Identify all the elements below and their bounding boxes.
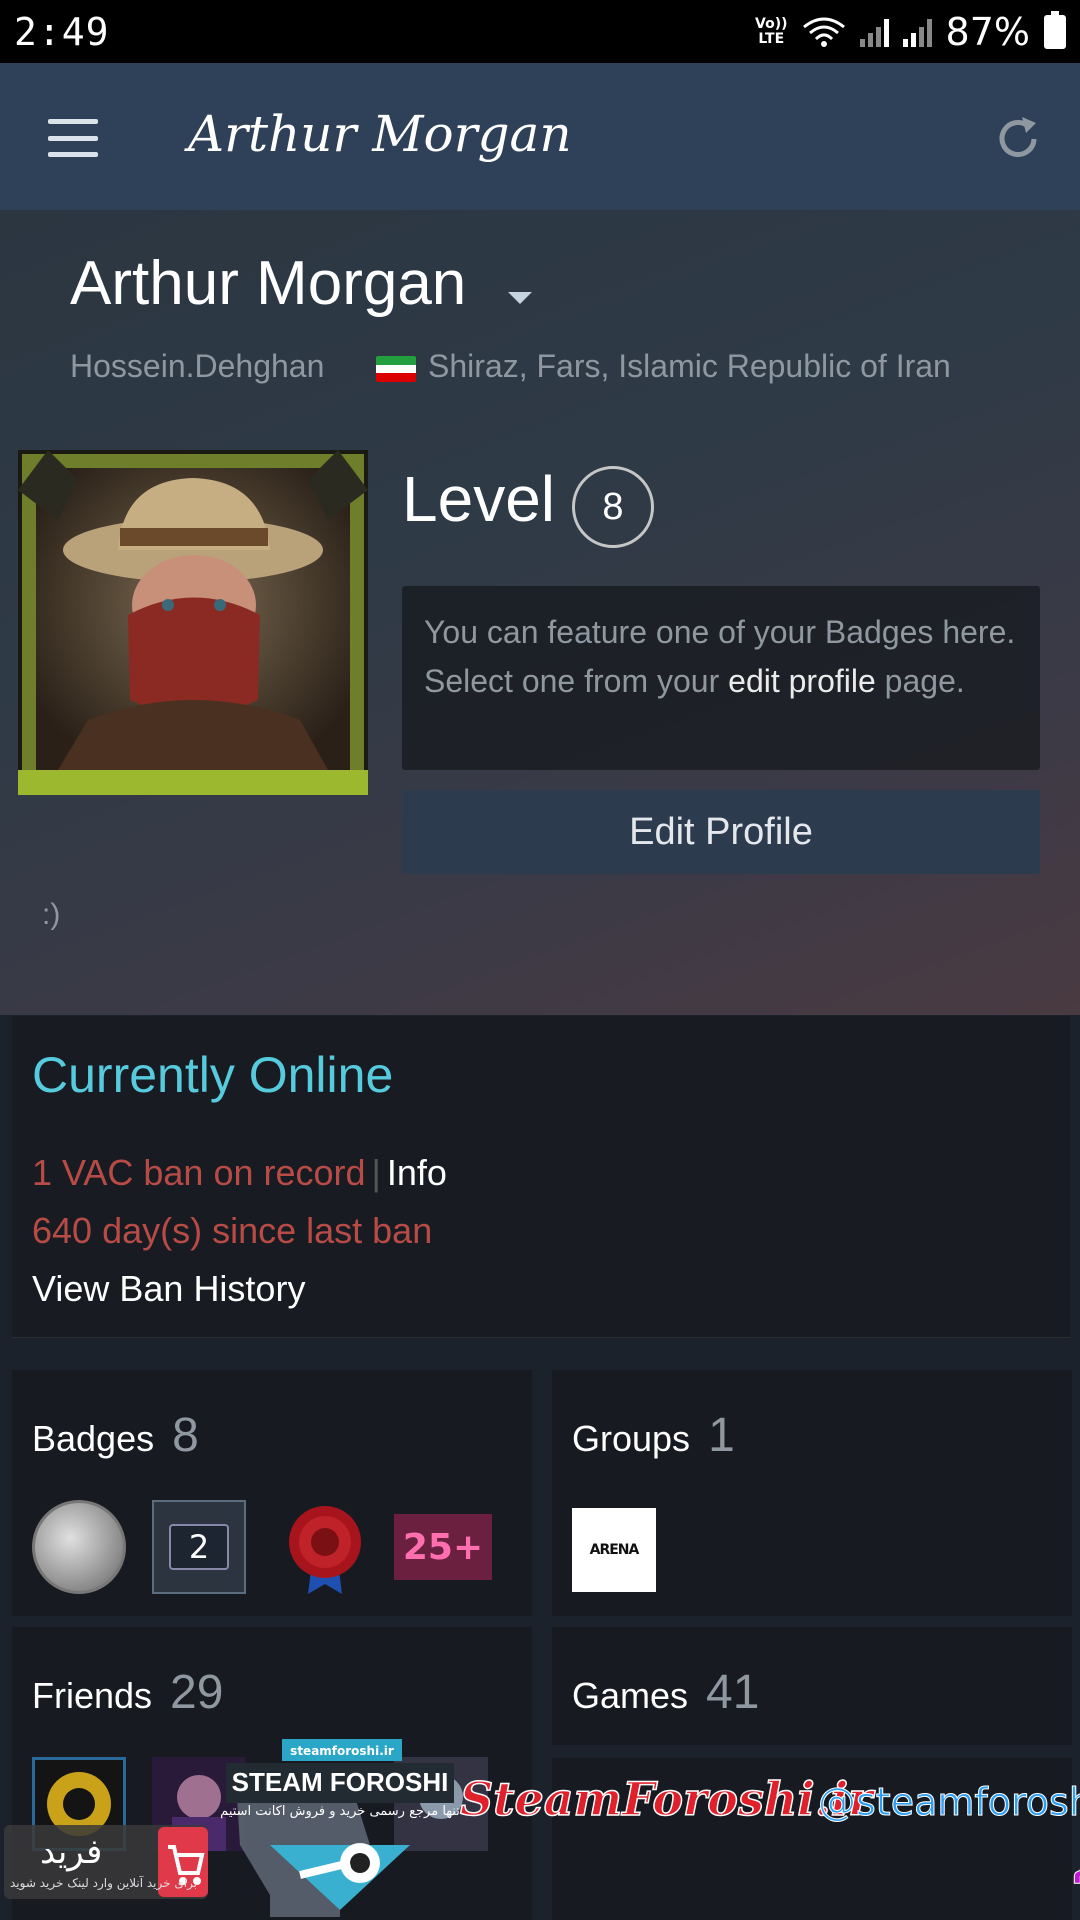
battery-percent: 87%: [945, 9, 1030, 54]
flag-icon: [376, 356, 416, 382]
chevron-down-icon[interactable]: [508, 292, 532, 304]
years-badge-icon[interactable]: 2: [152, 1500, 246, 1594]
online-status: Currently Online: [32, 1047, 394, 1103]
groups-title: Groups 1: [572, 1409, 735, 1462]
app-title: Arthur Morgan: [188, 105, 572, 163]
status-icons: Vo)) LTE 87%: [755, 10, 1066, 54]
refresh-icon[interactable]: [990, 111, 1046, 167]
badges-count: 8: [172, 1409, 199, 1462]
battery-icon: [1044, 10, 1066, 49]
groups-count: 1: [708, 1409, 735, 1462]
groups-tile[interactable]: Groups 1 ARENA: [552, 1370, 1072, 1616]
badges-tile[interactable]: Badges 8 2 25+: [12, 1370, 532, 1616]
logo-sub: تنها مرجع رسمی خرید و فروش اکانت استیم: [220, 1804, 460, 1819]
signal-icon-1: [859, 17, 889, 47]
vac-info-link[interactable]: Info: [387, 1152, 447, 1193]
friends-count: 29: [170, 1666, 224, 1719]
profile-name[interactable]: Arthur Morgan: [70, 248, 466, 319]
separator: |: [371, 1152, 381, 1193]
level-badge: 8: [572, 466, 654, 548]
status-time: 2:49: [14, 9, 110, 54]
games-title: Games 41: [572, 1666, 760, 1719]
volte-bottom: LTE: [758, 30, 785, 47]
buy-label: فرید: [40, 1832, 102, 1872]
wifi-icon: [802, 17, 845, 47]
logo-main: STEAM FOROSHI: [232, 1767, 449, 1797]
status-bar: 2:49 Vo)) LTE 87%: [0, 0, 1080, 63]
avatar[interactable]: [8, 430, 378, 800]
group-avatar[interactable]: ARENA: [572, 1508, 656, 1592]
phone-line: ۰۹۱۲ ۱۳۲۰ ۳۲۷۰ تنها مرجع رسمی خرید و فرو…: [1072, 1844, 1080, 1884]
level-label: Level: [402, 463, 555, 535]
friends-title: Friends 29: [32, 1666, 224, 1719]
badges-title: Badges 8: [32, 1409, 199, 1462]
coin-badge-icon[interactable]: [32, 1500, 126, 1594]
location: Shiraz, Fars, Islamic Republic of Iran: [428, 348, 951, 384]
online-status-panel: Currently Online 1 VAC ban on record | Inf…: [12, 1016, 1070, 1338]
signal-icon-2: [902, 17, 932, 47]
volte-top: Vo)): [755, 15, 788, 32]
vac-ban-text: 1 VAC ban on record: [32, 1152, 366, 1193]
app-bar: Arthur Morgan: [0, 63, 1080, 210]
badge-box-text-end: page.: [875, 663, 965, 699]
site-name: SteamForoshi.ir: [460, 1772, 876, 1826]
featured-badge-placeholder: You can feature one of your Badges here.…: [402, 586, 1040, 770]
vac-ban-line: 1 VAC ban on record | Info: [32, 1152, 447, 1194]
view-ban-history-link[interactable]: View Ban History: [32, 1268, 305, 1310]
profile-summary: :): [42, 898, 61, 931]
seal-badge-icon[interactable]: [278, 1500, 372, 1594]
hamburger-icon[interactable]: [48, 119, 98, 157]
years-badge-number: 2: [169, 1524, 229, 1570]
games-count: 41: [706, 1666, 760, 1719]
edit-profile-link[interactable]: edit profile: [728, 663, 876, 699]
edit-profile-button[interactable]: Edit Profile: [402, 790, 1040, 874]
ban-days: 640 day(s) since last ban: [32, 1210, 433, 1251]
profile-header: Arthur Morgan Hossein.Dehghan Shiraz, Fa…: [0, 210, 1080, 1015]
site-handle: @steamforoshi: [818, 1780, 1080, 1824]
games-badge-icon[interactable]: 25+: [394, 1514, 492, 1580]
logo-top: steamforoshi.ir: [290, 1744, 394, 1758]
buy-sub: برای خرید آنلاین وارد لینک خرید شوید: [10, 1875, 197, 1891]
games-tile[interactable]: Games 41: [552, 1627, 1072, 1745]
volte-icon: Vo)) LTE: [755, 15, 788, 47]
steamforoshi-watermark: فرید برای خرید آنلاین وارد لینک خرید شوی…: [4, 1739, 1080, 1917]
account-name: Hossein.Dehghan: [70, 348, 325, 384]
